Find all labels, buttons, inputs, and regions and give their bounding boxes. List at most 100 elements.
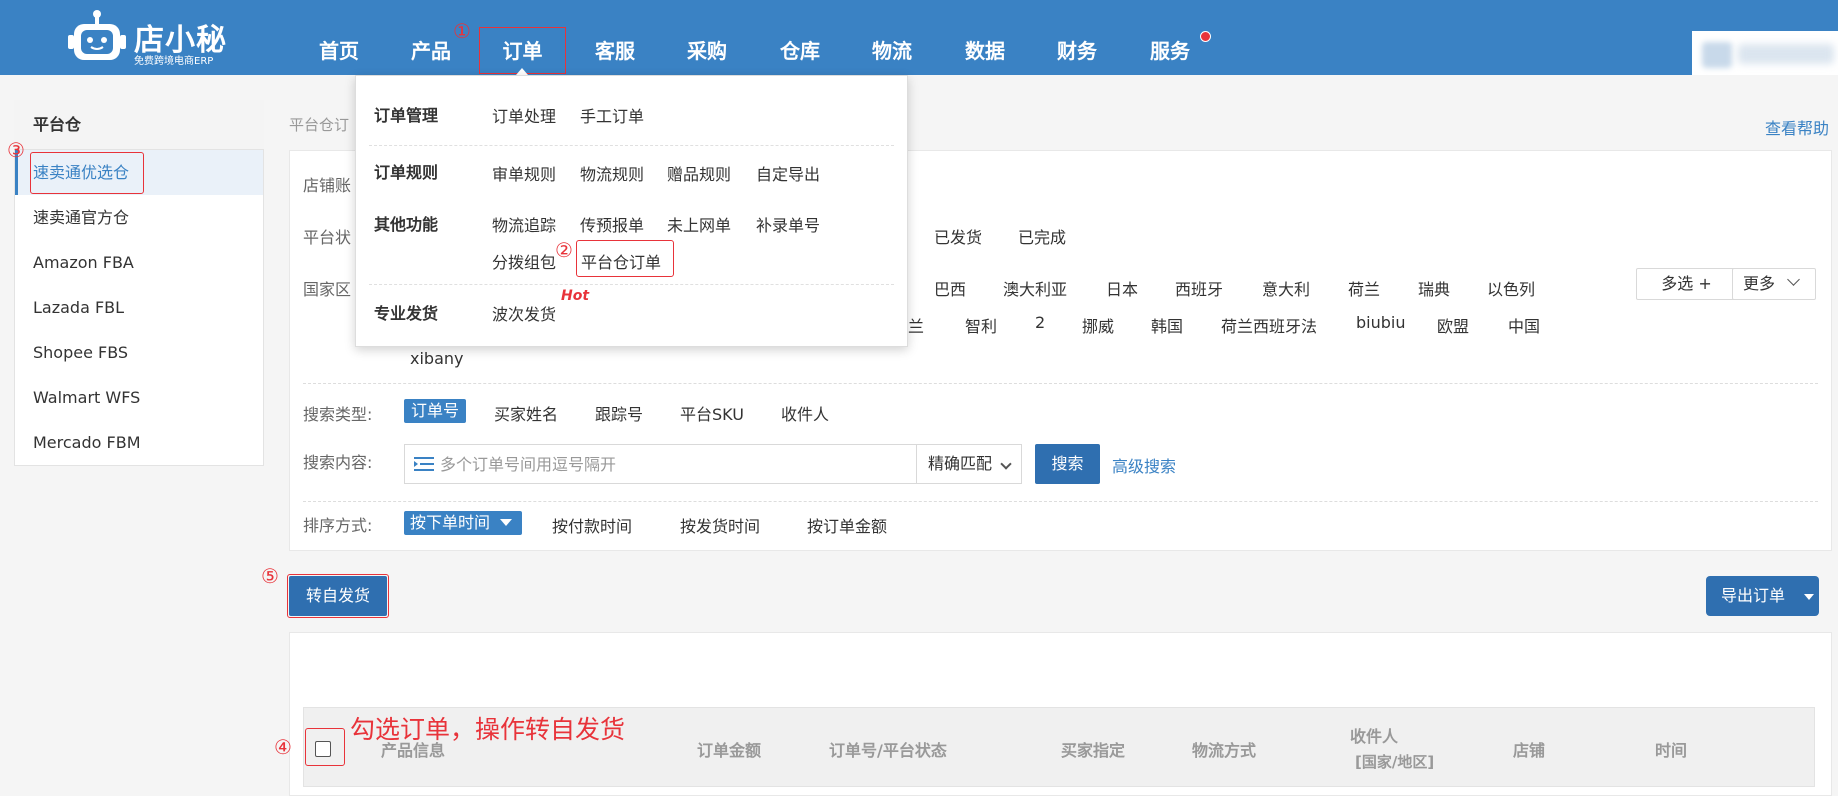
caret-down-icon: [500, 519, 512, 526]
sort-by-order-amount[interactable]: 按订单金额: [807, 513, 887, 537]
step-marker-3: ③: [7, 138, 25, 162]
divider: [303, 501, 1818, 502]
country-option[interactable]: 日本: [1106, 276, 1138, 300]
country-option[interactable]: 意大利: [1262, 276, 1310, 300]
menu-item-wave-shipping[interactable]: 波次发货: [492, 301, 556, 325]
menu-item-custom-export[interactable]: 自定导出: [756, 161, 820, 185]
sidebar-item-lazada-fbl[interactable]: Lazada FBL: [15, 285, 263, 330]
country-option[interactable]: 荷兰西班牙法: [1221, 313, 1317, 337]
menu-item-order-processing[interactable]: 订单处理: [492, 103, 556, 127]
country-option[interactable]: xibany: [410, 349, 463, 368]
annotation-text: 勾选订单，操作转自发货: [350, 715, 626, 744]
sidebar-item-walmart-wfs[interactable]: Walmart WFS: [15, 375, 263, 420]
menu-group-pro-shipping: 专业发货: [374, 304, 439, 323]
search-type-order-no[interactable]: 订单号: [404, 399, 467, 423]
menu-item-distribution-package[interactable]: 分拨组包: [492, 249, 556, 273]
menu-item-not-online[interactable]: 未上网单: [667, 212, 731, 236]
menu-divider: [369, 284, 894, 285]
country-option[interactable]: 智利: [965, 313, 997, 337]
menu-item-logistics-rules[interactable]: 物流规则: [580, 161, 644, 185]
multi-select-button[interactable]: 多选 +: [1636, 268, 1737, 300]
highlight-box-menu: [576, 240, 674, 277]
nav-services[interactable]: 服务: [1140, 0, 1200, 75]
column-header-recipient: 收件人: [1350, 727, 1399, 746]
menu-item-review-rules[interactable]: 审单规则: [492, 161, 556, 185]
more-button-label: 更多: [1743, 274, 1776, 293]
divider: [303, 383, 1818, 384]
highlight-box-checkbox: [305, 728, 345, 766]
nav-logistics[interactable]: 物流: [862, 0, 922, 75]
column-header-amount: 订单金额: [697, 741, 762, 760]
advanced-search-link[interactable]: 高级搜索: [1112, 453, 1176, 477]
country-option[interactable]: 兰: [908, 313, 924, 337]
search-button[interactable]: 搜索: [1035, 444, 1100, 484]
caret-down-icon: [1804, 594, 1814, 600]
country-option[interactable]: biubiu: [1356, 313, 1405, 332]
search-type-recipient[interactable]: 收件人: [781, 401, 829, 425]
nav-data[interactable]: 数据: [955, 0, 1015, 75]
menu-item-forecast-order[interactable]: 传预报单: [580, 212, 644, 236]
column-header-logistics: 物流方式: [1192, 741, 1257, 760]
search-input[interactable]: [440, 446, 910, 482]
country-option[interactable]: 2: [1035, 313, 1045, 332]
sidebar-item-shopee-fbs[interactable]: Shopee FBS: [15, 330, 263, 375]
country-option[interactable]: 韩国: [1151, 313, 1183, 337]
search-type-platform-sku[interactable]: 平台SKU: [680, 401, 744, 425]
export-orders-button[interactable]: 导出订单: [1706, 576, 1819, 616]
robot-logo-icon[interactable]: [68, 9, 126, 65]
status-option-completed[interactable]: 已完成: [1018, 224, 1066, 248]
nav-warehouse[interactable]: 仓库: [770, 0, 830, 75]
nav-products[interactable]: 产品: [401, 0, 461, 75]
sidebar-item-aliexpress-official[interactable]: 速卖通官方仓: [15, 195, 263, 240]
menu-item-logistics-tracking[interactable]: 物流追踪: [492, 212, 556, 236]
menu-divider: [369, 145, 894, 146]
search-type-label: 搜索类型:: [303, 405, 373, 424]
sort-by-ship-time[interactable]: 按发货时间: [680, 513, 760, 537]
help-link[interactable]: 查看帮助: [1765, 115, 1829, 139]
menu-item-add-tracking[interactable]: 补录单号: [756, 212, 820, 236]
search-content-label: 搜索内容:: [303, 453, 373, 472]
menu-item-manual-order[interactable]: 手工订单: [580, 103, 644, 127]
country-option[interactable]: 巴西: [934, 276, 966, 300]
country-option[interactable]: 瑞典: [1418, 276, 1450, 300]
country-option[interactable]: 挪威: [1082, 313, 1114, 337]
sort-by-payment-time[interactable]: 按付款时间: [552, 513, 632, 537]
column-header-recipient-country: [国家/地区]: [1355, 753, 1435, 771]
nav-orders[interactable]: 订单: [479, 27, 566, 74]
sidebar-item-mercado-fbm[interactable]: Mercado FBM: [15, 420, 263, 465]
step-marker-5: ⑤: [261, 564, 279, 588]
nav-customer-service[interactable]: 客服: [585, 0, 645, 75]
menu-group-other-functions: 其他功能: [374, 215, 439, 234]
country-option[interactable]: 以色列: [1487, 276, 1535, 300]
menu-group-order-management: 订单管理: [374, 106, 439, 125]
country-option[interactable]: 西班牙: [1175, 276, 1223, 300]
nav-home[interactable]: 首页: [309, 0, 369, 75]
step-marker-2: ②: [555, 238, 573, 262]
list-icon: [414, 457, 434, 471]
column-header-time: 时间: [1655, 741, 1688, 760]
more-button[interactable]: 更多: [1732, 268, 1816, 300]
user-name-blurred: [1738, 44, 1834, 64]
search-type-tracking-no[interactable]: 跟踪号: [595, 401, 643, 425]
highlight-box-sidebar: [30, 152, 144, 194]
nav-purchasing[interactable]: 采购: [677, 0, 737, 75]
country-option[interactable]: 澳大利亚: [1003, 276, 1067, 300]
country-option[interactable]: 欧盟: [1437, 313, 1469, 337]
menu-item-gift-rules[interactable]: 赠品规则: [667, 161, 731, 185]
search-type-buyer-name[interactable]: 买家姓名: [494, 401, 558, 425]
chevron-down-icon: [1787, 273, 1800, 286]
country-option[interactable]: 荷兰: [1348, 276, 1380, 300]
user-avatar: [1702, 42, 1732, 68]
country-option[interactable]: 中国: [1508, 313, 1540, 337]
status-option-shipped[interactable]: 已发货: [934, 224, 982, 248]
sidebar-item-amazon-fba[interactable]: Amazon FBA: [15, 240, 263, 285]
shop-account-label: 店铺账: [303, 176, 352, 195]
column-header-buyer-specified: 买家指定: [1061, 741, 1126, 760]
logo-subtitle: 免费跨境电商ERP: [134, 56, 214, 67]
hot-badge: Hot: [561, 288, 590, 304]
menu-group-order-rules: 订单规则: [374, 163, 439, 182]
step-marker-1: ①: [453, 19, 471, 43]
nav-finance[interactable]: 财务: [1047, 0, 1107, 75]
dropdown-caret: [516, 68, 528, 75]
sort-label: 排序方式:: [303, 516, 373, 535]
